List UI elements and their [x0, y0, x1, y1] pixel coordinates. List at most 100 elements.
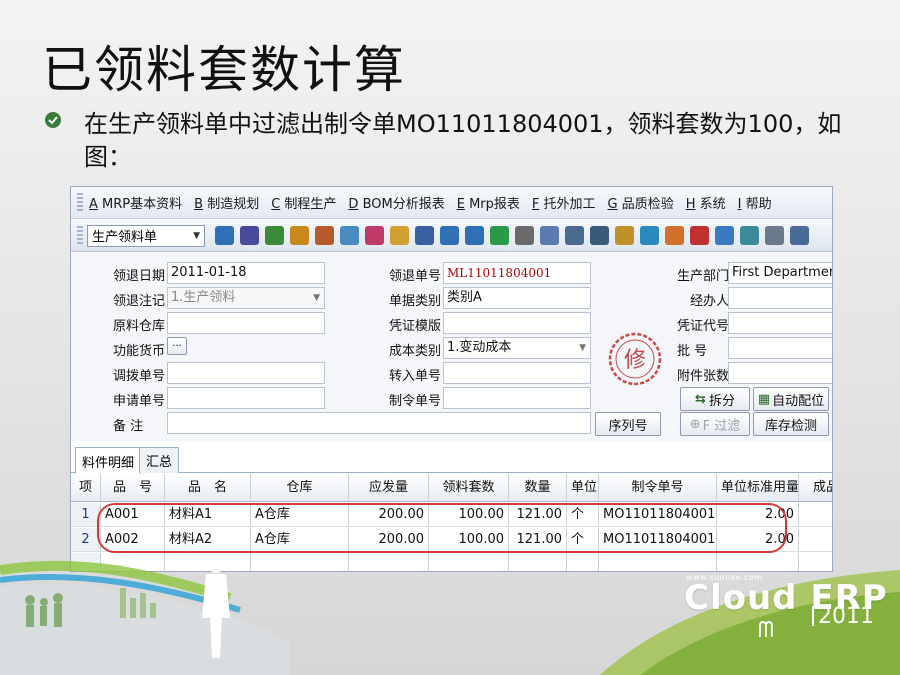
auto-allocate-button[interactable]: ▦ 自动配位 [753, 387, 829, 411]
detail-tabs: 料件明细 汇总 [71, 443, 832, 474]
filter-button[interactable]: ⊕ F 过滤 [680, 412, 750, 436]
column-header[interactable]: 数量 [509, 474, 567, 501]
stock-check-button[interactable]: 库存检测 [753, 412, 829, 436]
tab-summary[interactable]: 汇总 [139, 447, 180, 473]
menu-item-h[interactable]: H 系统 [686, 193, 726, 212]
record-icon[interactable] [615, 226, 634, 245]
home-icon[interactable] [340, 226, 359, 245]
door-icon[interactable] [415, 226, 434, 245]
dollar-icon[interactable] [490, 226, 509, 245]
doc-type-select[interactable]: 生产领料单 ▼ [87, 224, 205, 247]
column-header[interactable]: 品 号 [101, 474, 165, 501]
grid-header: 项品 号品 名仓库应发量领料套数数量单位制令单号单位标准用量成品 [71, 474, 832, 502]
menu-item-b[interactable]: B 制造规划 [194, 193, 259, 212]
column-header[interactable]: 仓库 [251, 474, 349, 501]
help-icon[interactable] [465, 226, 484, 245]
handler-label: 经办人 [690, 294, 730, 309]
warehouse-label: 原料仓库 [113, 319, 166, 334]
voucher-tpl-field[interactable] [443, 312, 591, 334]
date-label: 领退日期 [113, 269, 166, 284]
order-no-label: 领退单号 [389, 269, 442, 284]
folder-icon[interactable] [390, 226, 409, 245]
exit-icon[interactable] [215, 226, 234, 245]
menu-item-f[interactable]: F 托外加工 [532, 193, 596, 212]
order-no-field[interactable]: ML11011804001 [443, 262, 591, 284]
table-cell[interactable] [349, 553, 429, 571]
dept-field[interactable]: First Department [728, 262, 832, 284]
remark-field[interactable] [167, 412, 591, 434]
doc-type-value: 生产领料单 [92, 230, 158, 245]
attach-field[interactable] [728, 362, 832, 384]
phone-icon[interactable] [265, 226, 284, 245]
seal-icon: 修 [608, 332, 662, 386]
column-header[interactable]: 项 [71, 474, 101, 501]
brand-divider [812, 606, 814, 626]
menu-item-g[interactable]: G 品质检验 [608, 193, 674, 212]
table-cell[interactable] [567, 553, 599, 571]
puzzle-icon[interactable] [365, 226, 384, 245]
doc-cat-field[interactable]: 类别A [443, 287, 591, 309]
arrow-icon[interactable] [440, 226, 459, 245]
pyramid-icon[interactable] [690, 226, 709, 245]
monitor-icon[interactable] [715, 226, 734, 245]
save-icon[interactable] [240, 226, 259, 245]
tab-item-details[interactable]: 料件明细 [75, 447, 142, 474]
briefcase-icon[interactable] [315, 226, 334, 245]
menu-item-a[interactable]: A MRP基本资料 [89, 193, 182, 212]
split-button[interactable]: ⇆ 拆分 [680, 387, 750, 411]
printer-icon[interactable] [590, 226, 609, 245]
transfer-field[interactable] [167, 362, 325, 384]
handler-field[interactable] [728, 287, 832, 309]
request-field[interactable] [167, 387, 325, 409]
menu-item-d[interactable]: D BOM分析报表 [348, 193, 444, 212]
table-cell[interactable] [509, 553, 567, 571]
toolbar-grip[interactable] [77, 225, 83, 246]
brand-year: 2011 [818, 604, 874, 629]
type-field[interactable]: 1.生产领料 ▼ [167, 287, 325, 309]
copy-icon[interactable] [540, 226, 559, 245]
menu-accel-key: C [271, 197, 281, 212]
flame-icon[interactable] [665, 226, 684, 245]
column-header[interactable]: 单位标准用量 [717, 474, 799, 501]
window-icon[interactable] [765, 226, 784, 245]
column-header[interactable]: 制令单号 [599, 474, 717, 501]
refresh-icon[interactable] [740, 226, 759, 245]
type-value: 1.生产领料 [171, 290, 236, 305]
serial-no-button[interactable]: 序列号 [595, 412, 661, 436]
cart-icon[interactable] [515, 226, 534, 245]
menu-item-i[interactable]: I 帮助 [738, 193, 772, 212]
filter-label: F 过滤 [702, 418, 741, 434]
table-cell[interactable] [799, 528, 832, 551]
column-header[interactable]: 品 名 [165, 474, 251, 501]
attach-label: 附件张数 [677, 369, 730, 384]
menu-item-label: Mrp报表 [464, 197, 520, 212]
check-icon[interactable] [640, 226, 659, 245]
column-header[interactable]: 应发量 [349, 474, 429, 501]
currency-picker-button[interactable]: ··· [167, 337, 187, 355]
table-cell[interactable] [799, 503, 832, 526]
transfer-in-field[interactable] [443, 362, 591, 384]
mo-field[interactable] [443, 387, 591, 409]
calculator-icon[interactable] [565, 226, 584, 245]
dept-label: 生产部门 [677, 269, 730, 284]
auto-icon: ▦ [757, 391, 771, 407]
batch-field[interactable] [728, 337, 832, 359]
date-field[interactable]: 2011-01-18 [167, 262, 325, 284]
table-cell[interactable] [429, 553, 509, 571]
brand-mark: ᗰ [758, 618, 774, 643]
bullet-text: 在生产领料单中过滤出制令单MO11011804001，领料套数为100，如图： [84, 110, 842, 171]
voucher-code-field[interactable] [728, 312, 832, 334]
column-header[interactable]: 领料套数 [429, 474, 509, 501]
split-icon: ⇆ [695, 391, 706, 407]
transfer-in-label: 转入单号 [389, 369, 442, 384]
menu-item-e[interactable]: E Mrp报表 [457, 193, 520, 212]
warehouse-field[interactable] [167, 312, 325, 334]
column-header[interactable]: 单位 [567, 474, 599, 501]
close-window-icon[interactable] [790, 226, 809, 245]
cost-cat-field[interactable]: 1.变动成本 ▼ [443, 337, 591, 359]
chevron-down-icon: ▼ [579, 343, 586, 353]
menu-grip[interactable] [77, 192, 83, 213]
column-header[interactable]: 成品 [799, 474, 832, 501]
lock-icon[interactable] [290, 226, 309, 245]
menu-item-c[interactable]: C 制程生产 [271, 193, 336, 212]
